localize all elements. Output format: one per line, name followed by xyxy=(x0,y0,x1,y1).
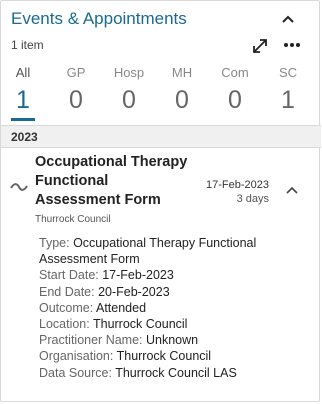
detail-key: Data Source: xyxy=(39,365,112,380)
detail-end-date: End Date: 20-Feb-2023 xyxy=(39,284,279,300)
tab-count: 0 xyxy=(228,86,242,114)
tab-label: GP xyxy=(66,65,86,80)
event-details: Type: Occupational Therapy Functional As… xyxy=(39,235,279,381)
tab-mh[interactable]: MH 0 xyxy=(160,65,204,121)
chevron-up-icon[interactable] xyxy=(285,185,299,195)
year-group-header: 2023 xyxy=(1,126,321,148)
detail-value: Attended xyxy=(95,300,147,315)
detail-type: Type: Occupational Therapy Functional As… xyxy=(39,235,279,267)
tab-label: All xyxy=(15,65,31,80)
tab-count: 1 xyxy=(281,86,295,114)
detail-organisation: Organisation: Thurrock Council xyxy=(39,348,279,364)
tab-label: Hosp xyxy=(113,65,145,80)
detail-key: End Date: xyxy=(39,284,95,299)
events-panel: Events & Appointments 1 item All 1 GP 0 … xyxy=(0,0,321,402)
panel-header: Events & Appointments xyxy=(11,8,309,32)
detail-key: Outcome: xyxy=(39,300,94,315)
tab-label: SC xyxy=(278,65,298,80)
detail-key: Start Date: xyxy=(39,268,99,283)
tab-all[interactable]: All 1 xyxy=(1,65,45,121)
detail-key: Practitioner Name: xyxy=(39,333,143,348)
expand-arrows-icon[interactable] xyxy=(251,37,269,55)
detail-location: Location: Thurrock Council xyxy=(39,316,279,332)
event-organisation: Thurrock Council xyxy=(35,214,111,225)
event-card: Occupational Therapy Functional Assessme… xyxy=(1,148,321,398)
detail-key: Location: xyxy=(39,317,90,332)
detail-value: Thurrock Council xyxy=(116,349,212,364)
chevron-up-icon[interactable] xyxy=(281,14,295,24)
detail-key: Type: xyxy=(39,236,70,250)
active-tab-indicator xyxy=(11,118,35,121)
detail-outcome: Outcome: Attended xyxy=(39,300,279,316)
category-tabs: All 1 GP 0 Hosp 0 MH 0 Com 0 SC 1 xyxy=(1,65,321,121)
detail-value: Occupational Therapy Functional Assessme… xyxy=(39,236,257,267)
detail-value: 20-Feb-2023 xyxy=(98,284,170,299)
panel-title: Events & Appointments xyxy=(11,9,187,28)
tab-count: 0 xyxy=(175,86,189,114)
detail-value: Unknown xyxy=(146,333,199,348)
detail-key: Organisation: xyxy=(39,349,114,364)
tab-label: MH xyxy=(171,65,193,80)
event-date: 17-Feb-2023 xyxy=(206,179,269,191)
tab-count: 1 xyxy=(16,86,30,114)
tab-count: 0 xyxy=(122,86,136,114)
event-duration: 3 days xyxy=(236,193,269,205)
year-label: 2023 xyxy=(11,130,38,144)
tab-com[interactable]: Com 0 xyxy=(213,65,257,121)
event-title: Occupational Therapy Functional Assessme… xyxy=(35,154,188,208)
detail-start-date: Start Date: 17-Feb-2023 xyxy=(39,267,279,283)
detail-value: 17-Feb-2023 xyxy=(102,268,174,283)
tab-count: 0 xyxy=(69,86,83,114)
detail-value: Thurrock Council xyxy=(92,317,188,332)
wave-icon xyxy=(10,183,28,191)
tab-hosp[interactable]: Hosp 0 xyxy=(107,65,151,121)
panel-subheader: 1 item xyxy=(11,37,309,55)
tab-sc[interactable]: SC 1 xyxy=(266,65,310,121)
tab-label: Com xyxy=(221,65,249,80)
detail-practitioner: Practitioner Name: Unknown xyxy=(39,332,279,348)
more-dots-icon[interactable] xyxy=(283,37,301,53)
detail-data-source: Data Source: Thurrock Council LAS xyxy=(39,365,279,381)
tab-gp[interactable]: GP 0 xyxy=(54,65,98,121)
detail-value: Thurrock Council LAS xyxy=(115,365,237,380)
